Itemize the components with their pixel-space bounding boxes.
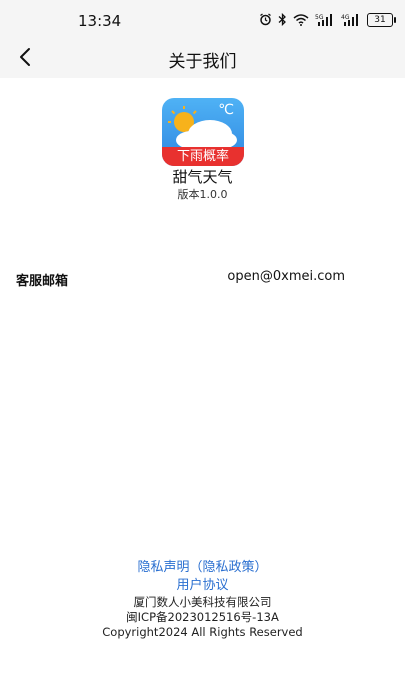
signal-4g-icon: 4G [341, 11, 361, 30]
alarm-icon [259, 11, 272, 30]
signal-5g-icon: 5G [315, 11, 335, 30]
app-logo-badge: 下雨概率 [162, 147, 244, 166]
status-bar: 13:34 5G 4G 31 [0, 0, 405, 40]
support-email-label: 客服邮箱 [16, 274, 69, 289]
nav-bar: 关于我们 [0, 40, 405, 78]
support-email-value[interactable]: open@0xmei.com [227, 269, 345, 284]
bluetooth-icon [278, 11, 287, 30]
status-icons: 5G 4G 31 [259, 11, 396, 30]
battery-icon: 31 [367, 13, 396, 27]
svg-text:5G: 5G [315, 14, 324, 21]
footer: 隐私声明（隐私政策） 用户协议 厦门数人小美科技有限公司 闽ICP备202301… [0, 559, 405, 640]
app-version: 版本1.0.0 [177, 188, 228, 201]
copyright-text: Copyright2024 All Rights Reserved [102, 625, 303, 639]
privacy-policy-link[interactable]: 隐私声明（隐私政策） [0, 559, 405, 577]
status-time: 13:34 [78, 12, 122, 30]
svg-text:4G: 4G [341, 14, 350, 21]
app-logo: ℃ 下雨概率 [162, 98, 244, 166]
page-title: 关于我们 [168, 52, 237, 72]
icp-record: 闽ICP备2023012516号-13A [126, 610, 279, 624]
celsius-symbol: ℃ [218, 102, 234, 118]
company-name: 厦门数人小美科技有限公司 [133, 595, 272, 609]
app-name: 甜气天气 [172, 168, 233, 186]
user-agreement-link[interactable]: 用户协议 [0, 577, 405, 595]
wifi-icon [293, 11, 309, 30]
